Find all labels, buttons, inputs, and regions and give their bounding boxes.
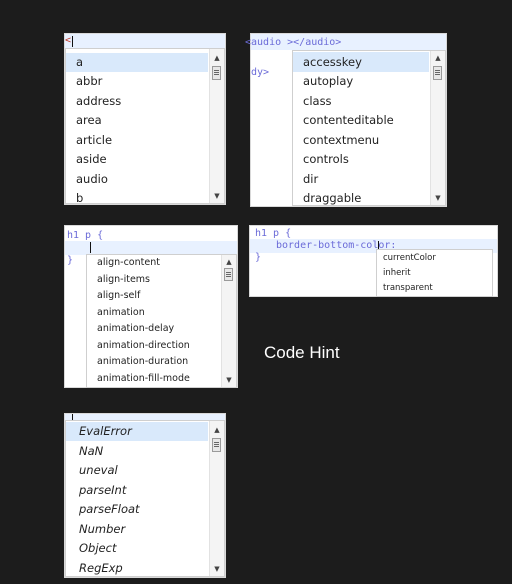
js-hint-list[interactable]: EvalError NaN uneval parseInt parseFloat… — [65, 420, 225, 577]
scroll-down-icon[interactable]: ▼ — [222, 375, 236, 385]
hint-item[interactable]: Number — [66, 519, 208, 539]
html-tag-hint-list[interactable]: a abbr address area article aside audio … — [65, 48, 225, 204]
hint-item[interactable]: address — [66, 91, 208, 111]
hint-item[interactable]: RegExp — [66, 558, 208, 576]
hint-item[interactable]: align-items — [87, 271, 220, 288]
html-tag-hint-panel: < a abbr address area article aside audi… — [64, 33, 226, 205]
hint-item[interactable]: abbr — [66, 72, 208, 91]
hint-item[interactable]: animation — [87, 304, 220, 321]
text-cursor — [90, 242, 91, 253]
scroll-up-icon[interactable]: ▲ — [222, 257, 236, 267]
code-hint-caption: Code Hint — [264, 343, 340, 362]
hint-item[interactable]: animation-delay — [87, 321, 220, 337]
hint-item[interactable]: animation-direction — [87, 337, 220, 354]
hint-item[interactable]: animation-duration — [87, 354, 220, 370]
hint-item[interactable]: EvalError — [66, 422, 208, 441]
scroll-down-icon[interactable]: ▼ — [431, 193, 445, 203]
hint-item[interactable]: autoplay — [293, 72, 429, 91]
scrollbar[interactable]: ▲ ▼ — [430, 51, 445, 205]
js-hint-panel: EvalError NaN uneval parseInt parseFloat… — [64, 413, 226, 578]
scroll-up-icon[interactable]: ▲ — [210, 53, 224, 63]
code-line-highlight — [65, 34, 225, 48]
hint-item[interactable]: accesskey — [293, 52, 429, 72]
hint-item[interactable]: parseFloat — [66, 500, 208, 519]
attribute-hint-panel: <audio ></audio> dy> accesskey autoplay … — [245, 33, 447, 207]
scroll-up-icon[interactable]: ▲ — [431, 53, 445, 63]
attribute-hint-list[interactable]: accesskey autoplay class contenteditable… — [292, 50, 446, 206]
hint-item[interactable]: draggable — [293, 189, 429, 205]
hint-item[interactable]: aside — [66, 150, 208, 169]
scrollbar[interactable]: ▲ ▼ — [221, 255, 236, 387]
scroll-down-icon[interactable]: ▼ — [210, 564, 224, 574]
hint-item[interactable]: contenteditable — [293, 111, 429, 130]
css-value-hint-list[interactable]: currentColor inherit transparent — [376, 249, 493, 297]
hint-item[interactable]: parseInt — [66, 480, 208, 500]
hint-item[interactable]: Object — [66, 539, 208, 558]
hint-item[interactable]: contextmenu — [293, 130, 429, 150]
code-line-body: dy> — [251, 67, 270, 78]
hint-item[interactable]: class — [293, 91, 429, 111]
hint-item[interactable]: controls — [293, 150, 429, 169]
hint-item[interactable]: b — [66, 189, 208, 203]
hint-item[interactable]: transparent — [377, 281, 492, 296]
hint-item[interactable]: dir — [293, 169, 429, 189]
hint-item[interactable]: align-content — [87, 255, 220, 271]
hint-item[interactable]: inherit — [377, 266, 492, 281]
code-line-close-brace: } — [255, 252, 262, 263]
hint-item[interactable]: animation-fill-mode — [87, 370, 220, 387]
code-line-audio: <audio ></audio> — [245, 37, 342, 48]
scrollbar[interactable]: ▲ ▼ — [209, 49, 224, 203]
scrollbar-thumb[interactable] — [212, 438, 221, 452]
css-property-hint-list[interactable]: align-content align-items align-self ani… — [86, 254, 237, 388]
hint-item[interactable]: article — [66, 130, 208, 150]
scrollbar-thumb[interactable] — [224, 268, 233, 281]
css-property-hint-panel: h1 p { } align-content align-items align… — [64, 225, 238, 388]
hint-item[interactable]: currentColor — [377, 251, 492, 266]
scrollbar-thumb[interactable] — [212, 66, 221, 80]
hint-item[interactable]: a — [66, 53, 208, 72]
hint-item[interactable]: NaN — [66, 441, 208, 461]
hint-item[interactable]: uneval — [66, 461, 208, 480]
hint-item[interactable]: audio — [66, 169, 208, 189]
code-line-close-brace: } — [67, 255, 74, 266]
code-line-open-bracket: < — [65, 35, 72, 46]
scrollbar[interactable]: ▲ ▼ — [209, 421, 224, 576]
scrollbar-thumb[interactable] — [433, 66, 442, 80]
hint-item[interactable]: align-self — [87, 288, 220, 304]
code-line-selector: h1 p { — [255, 228, 292, 239]
hint-item[interactable]: area — [66, 111, 208, 130]
scroll-down-icon[interactable]: ▼ — [210, 191, 224, 201]
scroll-up-icon[interactable]: ▲ — [210, 425, 224, 435]
text-cursor — [72, 36, 73, 47]
css-value-hint-panel: h1 p { border-bottom-color: } currentCol… — [249, 225, 498, 297]
